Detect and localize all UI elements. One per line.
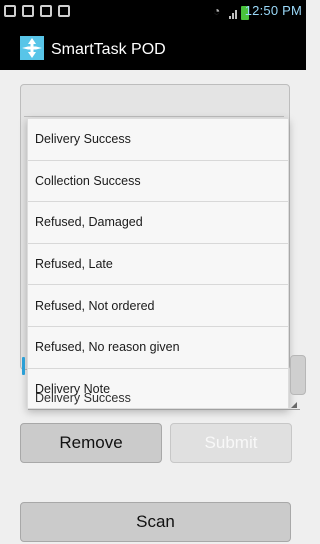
status-bar: ◔ 12:50 PM [0,0,306,24]
status-time: 12:50 PM [244,3,302,18]
wifi-icon: ◔ [213,4,221,18]
bag-icon [58,5,70,17]
menu-item-refused-late[interactable]: Refused, Late [28,244,288,286]
menu-item-collection-success[interactable]: Collection Success [28,161,288,203]
image-icon [4,5,16,17]
menu-item-refused-damaged[interactable]: Refused, Damaged [28,202,288,244]
menu-item-refused-not-ordered[interactable]: Refused, Not ordered [28,285,288,327]
mail-icon [22,5,34,17]
status-options-popup: Delivery Success Collection Success Refu… [27,118,289,409]
obscured-button-edge [290,355,306,395]
delivery-status-dropdown[interactable]: Delivery Success [28,390,300,410]
panel-divider [24,116,284,117]
app-title: SmartTask POD [51,41,166,58]
submit-button[interactable]: Submit [170,423,292,463]
menu-item-delivery-success[interactable]: Delivery Success [28,119,288,161]
dropdown-corner-arrow-icon [291,402,297,408]
bag-icon [40,5,52,17]
field-indicator [22,357,25,375]
app-cross-icon [20,36,44,60]
dropdown-selected-value: Delivery Success [35,391,131,405]
signal-icon [229,7,239,19]
scan-button[interactable]: Scan [20,502,291,542]
menu-item-refused-no-reason-given[interactable]: Refused, No reason given [28,327,288,369]
remove-button[interactable]: Remove [20,423,162,463]
